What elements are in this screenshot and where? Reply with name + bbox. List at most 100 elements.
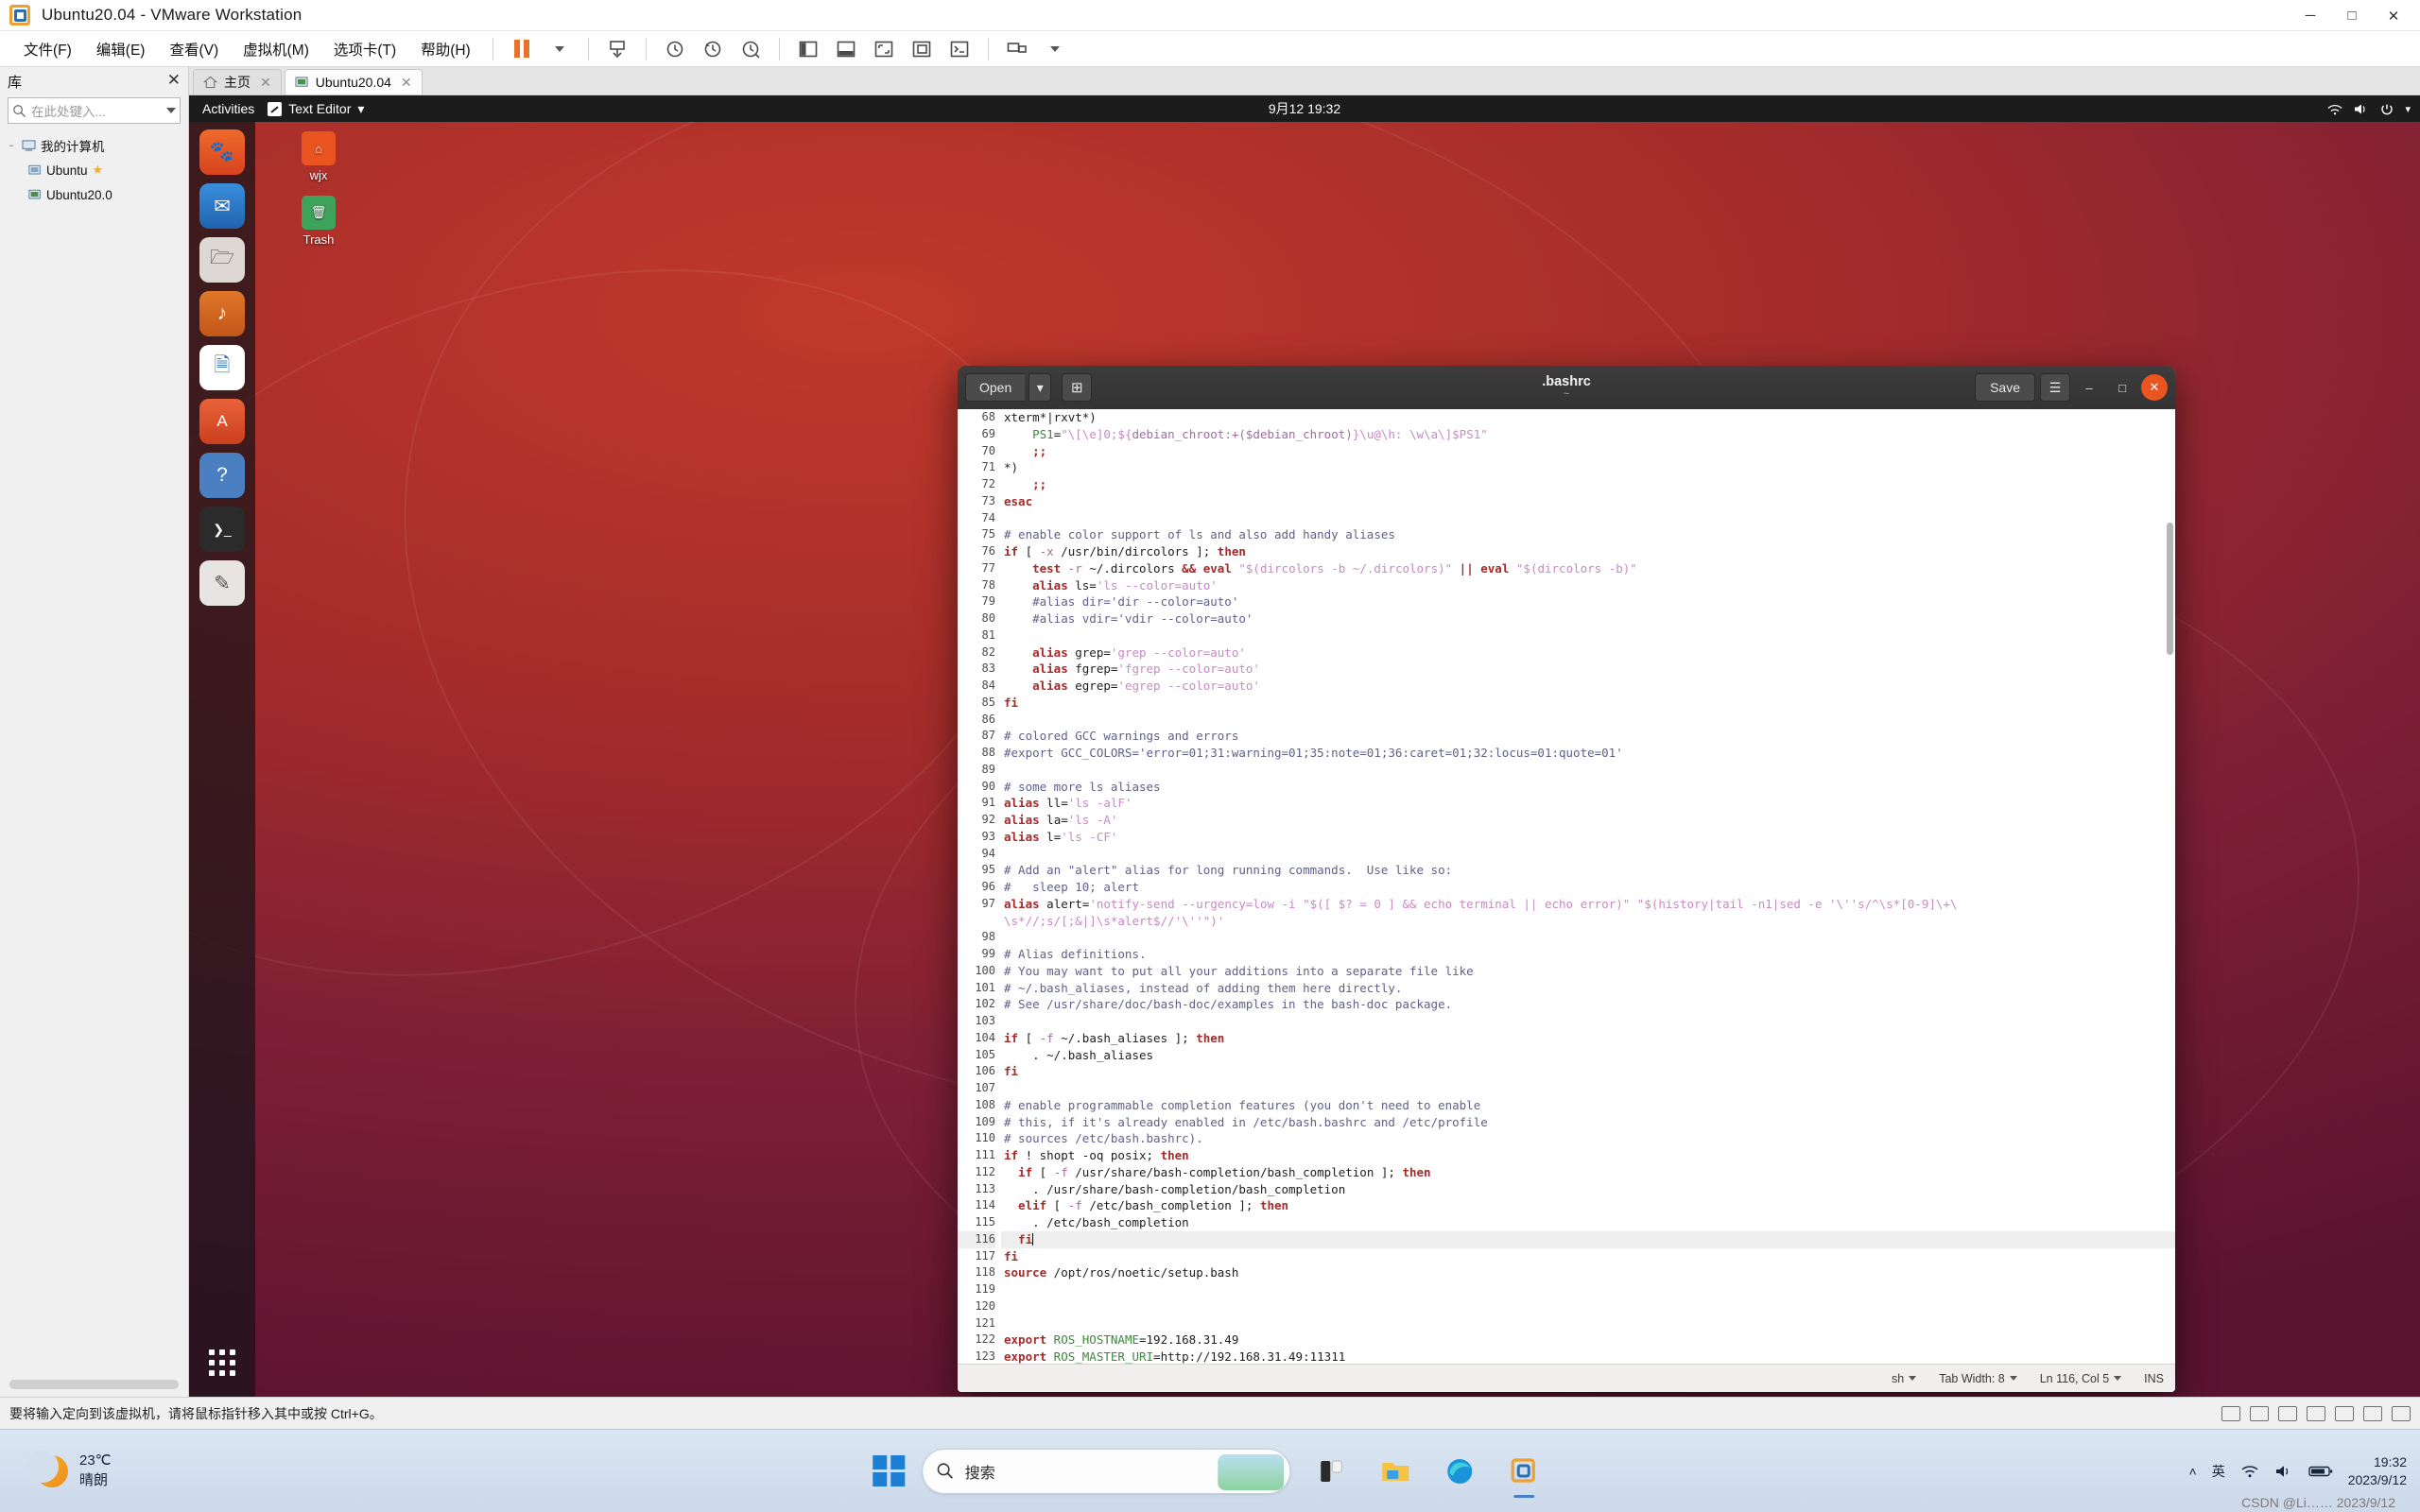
tray-expand-caret-icon[interactable]: ˄: [2189, 1464, 2197, 1479]
edge-icon[interactable]: [1436, 1448, 1483, 1495]
code-line[interactable]: if [ -f /usr/share/bash-completion/bash_…: [1001, 1164, 2175, 1181]
menu-view[interactable]: 查看(V): [157, 35, 231, 63]
library-close-icon[interactable]: ✕: [167, 71, 181, 90]
dropdown-caret-icon[interactable]: [544, 35, 576, 63]
tree-item-ubuntu2004[interactable]: Ubuntu20.0: [0, 182, 188, 207]
tab-ubuntu2004[interactable]: Ubuntu20.04 ✕: [284, 69, 423, 94]
tab-close-icon[interactable]: ✕: [260, 75, 271, 91]
code-line[interactable]: fi: [1001, 1248, 2175, 1265]
code-line[interactable]: if [ -f ~/.bash_aliases ]; then: [1001, 1030, 2175, 1047]
insert-mode-indicator[interactable]: INS: [2144, 1372, 2164, 1385]
thunderbird-icon[interactable]: ✉: [199, 183, 245, 229]
code-line[interactable]: alias fgrep='fgrep --color=auto': [1001, 661, 2175, 678]
code-line[interactable]: # Add an "alert" alias for long running …: [1001, 862, 2175, 879]
code-line[interactable]: # sources /etc/bash.bashrc).: [1001, 1130, 2175, 1147]
code-line[interactable]: [1001, 1315, 2175, 1332]
desktop-icon-home[interactable]: ⌂ wjx: [276, 131, 361, 182]
taskbar-search-box[interactable]: 搜索: [921, 1448, 1290, 1494]
active-app-menu[interactable]: Text Editor ▾: [268, 101, 364, 117]
code-line[interactable]: fi: [1001, 1063, 2175, 1080]
libreoffice-writer-icon[interactable]: 🗎: [199, 345, 245, 390]
editor-scrollbar[interactable]: [2167, 523, 2173, 655]
vmware-workstation-icon[interactable]: [1500, 1448, 1547, 1498]
code-line[interactable]: *): [1001, 459, 2175, 476]
console-icon[interactable]: [943, 35, 976, 63]
code-line[interactable]: [1001, 627, 2175, 644]
windows-start-icon[interactable]: [873, 1454, 905, 1487]
weather-widget[interactable]: 23℃ 晴朗: [26, 1450, 112, 1490]
revert-snapshot-icon[interactable]: [697, 35, 729, 63]
code-line[interactable]: # this, if it's already enabled in /etc/…: [1001, 1114, 2175, 1131]
sidebar-scrollbar[interactable]: [9, 1380, 179, 1389]
code-line[interactable]: elif [ -f /etc/bash_completion ]; then: [1001, 1197, 2175, 1214]
hamburger-menu-icon[interactable]: ☰: [2040, 373, 2070, 402]
help-icon[interactable]: ?: [199, 453, 245, 498]
code-line[interactable]: if [ -x /usr/bin/dircolors ]; then: [1001, 543, 2175, 560]
code-line[interactable]: #export GCC_COLORS='error=01;31:warning=…: [1001, 745, 2175, 762]
code-line[interactable]: [1001, 929, 2175, 946]
tree-item-ubuntu[interactable]: Ubuntu ★: [0, 158, 188, 182]
code-line[interactable]: ;;: [1001, 443, 2175, 460]
save-button[interactable]: Save: [1975, 373, 2035, 402]
snapshot-clock-icon[interactable]: [659, 35, 691, 63]
code-line[interactable]: # You may want to put all your additions…: [1001, 963, 2175, 980]
code-line[interactable]: #alias dir='dir --color=auto': [1001, 593, 2175, 610]
code-line[interactable]: test -r ~/.dircolors && eval "$(dircolor…: [1001, 560, 2175, 577]
widgets-icon[interactable]: [1307, 1448, 1355, 1495]
multi-monitor-icon[interactable]: [1001, 35, 1033, 63]
code-line[interactable]: # some more ls aliases: [1001, 779, 2175, 796]
code-line[interactable]: [1001, 510, 2175, 527]
maximize-button[interactable]: □: [2331, 0, 2373, 31]
usb-icon[interactable]: [2307, 1405, 2325, 1421]
hdd-icon[interactable]: [2221, 1405, 2240, 1421]
code-line[interactable]: [1001, 762, 2175, 779]
code-line[interactable]: # sleep 10; alert: [1001, 879, 2175, 896]
code-line[interactable]: #alias vdir='vdir --color=auto': [1001, 610, 2175, 627]
unity-mode-icon[interactable]: [906, 35, 938, 63]
code-line[interactable]: . ~/.bash_aliases: [1001, 1047, 2175, 1064]
open-button[interactable]: Open: [965, 373, 1026, 402]
code-line[interactable]: xterm*|rxvt*): [1001, 409, 2175, 426]
pause-icon[interactable]: [506, 35, 538, 63]
printer-icon[interactable]: [2363, 1405, 2382, 1421]
code-line[interactable]: esac: [1001, 493, 2175, 510]
menu-vm[interactable]: 虚拟机(M): [231, 35, 321, 63]
activities-button[interactable]: Activities: [189, 101, 268, 116]
sound-icon[interactable]: [2335, 1405, 2354, 1421]
tree-item-my-computer[interactable]: − 我的计算机: [0, 133, 188, 158]
menu-tabs[interactable]: 选项卡(T): [321, 35, 408, 63]
code-line[interactable]: [1001, 846, 2175, 863]
display-icon[interactable]: [2392, 1405, 2411, 1421]
code-line[interactable]: # enable color support of ls and also ad…: [1001, 526, 2175, 543]
tab-width-selector[interactable]: Tab Width: 8: [1939, 1372, 2017, 1385]
code-line[interactable]: alias la='ls -A': [1001, 812, 2175, 829]
library-search-box[interactable]: 在此处键入...: [8, 97, 181, 124]
file-explorer-icon[interactable]: [1372, 1448, 1419, 1495]
new-tab-icon[interactable]: ⊞: [1062, 373, 1093, 402]
wifi-icon[interactable]: [2240, 1464, 2259, 1479]
snapshot-manager-icon[interactable]: [735, 35, 767, 63]
code-line[interactable]: alias egrep='egrep --color=auto': [1001, 678, 2175, 695]
code-area[interactable]: xterm*|rxvt*) PS1="\[\e]0;${debian_chroo…: [1001, 409, 2175, 1364]
battery-icon[interactable]: [2308, 1465, 2333, 1478]
desktop-icon-trash[interactable]: 🗑 Trash: [276, 196, 361, 247]
code-line[interactable]: \s*//;s/[;&|]\s*alert$//'\''")': [1001, 913, 2175, 930]
show-left-pane-icon[interactable]: [792, 35, 824, 63]
code-line[interactable]: fi: [1001, 1230, 2175, 1248]
code-line[interactable]: alias ls='ls --color=auto': [1001, 577, 2175, 594]
code-line[interactable]: [1001, 1013, 2175, 1030]
tree-twisty-icon[interactable]: −: [6, 140, 17, 151]
minimize-button[interactable]: ─: [2290, 0, 2331, 31]
menu-edit[interactable]: 编辑(E): [84, 35, 158, 63]
close-button[interactable]: ✕: [2373, 0, 2414, 31]
gedit-window[interactable]: Open ▾ ⊞ .bashrc ~ Save ☰ – □ ✕ 68 69 70…: [958, 366, 2175, 1392]
network-icon[interactable]: [2278, 1405, 2297, 1421]
ubuntu-guest-screen[interactable]: Activities Text Editor ▾ 9月12 19:32 ▾ 🐾 …: [189, 95, 2420, 1397]
code-line[interactable]: # ~/.bash_aliases, instead of adding the…: [1001, 980, 2175, 997]
code-line[interactable]: export ROS_MASTER_URI=http://192.168.31.…: [1001, 1349, 2175, 1364]
code-line[interactable]: [1001, 1298, 2175, 1315]
files-icon[interactable]: 🗁: [199, 237, 245, 283]
code-line[interactable]: PS1="\[\e]0;${debian_chroot:+($debian_ch…: [1001, 426, 2175, 443]
code-line[interactable]: fi: [1001, 695, 2175, 712]
code-line[interactable]: [1001, 712, 2175, 729]
